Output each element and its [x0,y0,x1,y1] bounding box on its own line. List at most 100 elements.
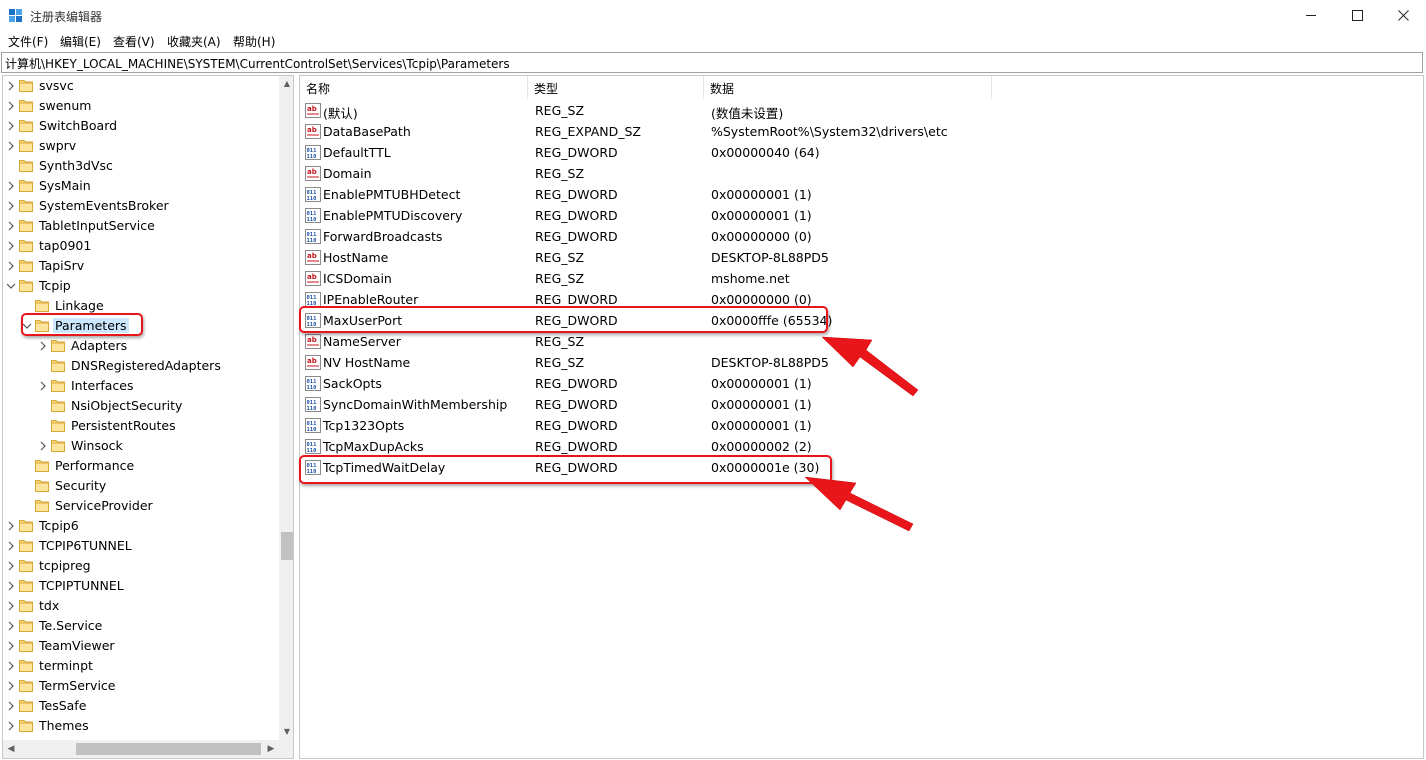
folder-icon [19,120,33,132]
chevron-right-icon[interactable] [6,260,16,272]
tree-scroll-thumb[interactable] [281,532,293,560]
tree-item[interactable]: Te.Service [3,616,279,636]
value-name: IPEnableRouter [323,292,419,307]
values-list-pane: 名称 类型 数据 ab (默认) REG_SZ (数值未设置) ab DataBasePa… [299,75,1424,759]
value-row[interactable]: ab DataBasePath REG_EXPAND_SZ %SystemRoot%\… [300,121,1423,142]
tree-vertical-scrollbar[interactable]: ▲ ▼ [279,76,293,740]
chevron-right-icon[interactable] [6,140,16,152]
tree-item[interactable]: Performance [3,456,279,476]
menu-edit[interactable]: 编辑(E) [60,33,101,50]
menu-favorites[interactable]: 收藏夹(A) [167,33,221,50]
value-row[interactable]: ab ICSDomain REG_SZ mshome.net [300,268,1423,289]
value-name: HostName [323,250,389,265]
tree-item[interactable]: Tcpip [3,276,279,296]
tree-horizontal-scrollbar[interactable]: ◀ ▶ [3,740,279,758]
menu-help[interactable]: 帮助(H) [233,33,275,50]
tree-item[interactable]: tap0901 [3,236,279,256]
scroll-down-icon[interactable]: ▼ [279,724,293,740]
value-type: REG_SZ [535,250,585,265]
tree-item[interactable]: TabletInputService [3,216,279,236]
tree-item[interactable]: tdx [3,596,279,616]
value-row[interactable]: 011 110 SackOpts REG_DWORD 0x00000001 (1) [300,373,1423,394]
chevron-right-icon[interactable] [6,580,16,592]
value-row[interactable]: ab NV HostName REG_SZ DESKTOP-8L88PD5 [300,352,1423,373]
address-bar[interactable]: 计算机\HKEY_LOCAL_MACHINE\SYSTEM\CurrentCon… [1,52,1423,73]
tree-item[interactable]: Adapters [3,336,279,356]
tree-item[interactable]: SysMain [3,176,279,196]
minimize-button[interactable] [1288,0,1334,31]
chevron-right-icon[interactable] [6,540,16,552]
menu-view[interactable]: 查看(V) [113,33,155,50]
chevron-right-icon[interactable] [6,720,16,732]
value-row[interactable]: ab Domain REG_SZ [300,163,1423,184]
chevron-right-icon[interactable] [6,80,16,92]
value-data: 0x00000001 (1) [711,208,812,223]
value-row[interactable]: ab NameServer REG_SZ [300,331,1423,352]
value-row[interactable]: 011 110 TcpMaxDupAcks REG_DWORD 0x00000002 (… [300,436,1423,457]
chevron-down-icon[interactable] [6,280,16,292]
chevron-right-icon[interactable] [6,100,16,112]
tree-item[interactable]: Security [3,476,279,496]
value-data: DESKTOP-8L88PD5 [711,355,829,370]
column-data[interactable]: 数据 [704,76,992,99]
tree-item[interactable]: TermService [3,676,279,696]
values-list-header: 名称 类型 数据 [300,76,1423,99]
value-row[interactable]: 011 110 SyncDomainWithMembership REG_DWORD 0… [300,394,1423,415]
chevron-right-icon[interactable] [6,240,16,252]
tree-item[interactable]: TeamViewer [3,636,279,656]
tree-item[interactable]: ServiceProvider [3,496,279,516]
tree-item[interactable]: SwitchBoard [3,116,279,136]
column-type[interactable]: 类型 [528,76,704,99]
title-bar: 注册表编辑器 [0,0,1426,31]
value-row[interactable]: ab (默认) REG_SZ (数值未设置) [300,100,1423,121]
chevron-right-icon[interactable] [6,180,16,192]
tree-item[interactable]: Winsock [3,436,279,456]
value-row[interactable]: ab HostName REG_SZ DESKTOP-8L88PD5 [300,247,1423,268]
chevron-right-icon[interactable] [6,120,16,132]
tree-item[interactable]: Themes [3,716,279,736]
tree-item[interactable]: Tcpip6 [3,516,279,536]
chevron-right-icon[interactable] [6,200,16,212]
scroll-left-icon[interactable]: ◀ [3,740,19,758]
column-name[interactable]: 名称 [300,76,528,99]
tree-item[interactable]: terminpt [3,656,279,676]
tree-item[interactable]: SystemEventsBroker [3,196,279,216]
tree-item[interactable]: swprv [3,136,279,156]
maximize-button[interactable] [1334,0,1380,31]
folder-icon [51,340,65,352]
chevron-right-icon[interactable] [6,520,16,532]
chevron-right-icon[interactable] [6,660,16,672]
chevron-right-icon[interactable] [6,560,16,572]
tree-item[interactable]: TesSafe [3,696,279,716]
value-row[interactable]: 011 110 ForwardBroadcasts REG_DWORD 0x000000… [300,226,1423,247]
scroll-up-icon[interactable]: ▲ [279,76,293,92]
close-button[interactable] [1380,0,1426,31]
tree-item[interactable]: Interfaces [3,376,279,396]
tree-item[interactable]: NsiObjectSecurity [3,396,279,416]
chevron-right-icon[interactable] [6,220,16,232]
value-row[interactable]: 011 110 EnablePMTUBHDetect REG_DWORD 0x00000… [300,184,1423,205]
tree-item[interactable]: DNSRegisteredAdapters [3,356,279,376]
tree-item[interactable]: TCPIPTUNNEL [3,576,279,596]
tree-item[interactable]: Synth3dVsc [3,156,279,176]
chevron-right-icon[interactable] [6,640,16,652]
chevron-right-icon[interactable] [6,700,16,712]
tree-item[interactable]: swenum [3,96,279,116]
chevron-right-icon[interactable] [6,620,16,632]
chevron-right-icon[interactable] [38,380,48,392]
menu-file[interactable]: 文件(F) [8,33,48,50]
chevron-right-icon[interactable] [6,680,16,692]
chevron-right-icon[interactable] [38,340,48,352]
tree-item[interactable]: tcpipreg [3,556,279,576]
chevron-right-icon[interactable] [38,440,48,452]
tree-item[interactable]: PersistentRoutes [3,416,279,436]
chevron-right-icon[interactable] [6,600,16,612]
tree-item[interactable]: svsvc [3,76,279,96]
scroll-right-icon[interactable]: ▶ [263,740,279,758]
tree-item[interactable]: TCPIP6TUNNEL [3,536,279,556]
value-row[interactable]: 011 110 Tcp1323Opts REG_DWORD 0x00000001 (1) [300,415,1423,436]
tree-hscroll-thumb[interactable] [76,743,261,755]
tree-item[interactable]: TapiSrv [3,256,279,276]
value-row[interactable]: 011 110 DefaultTTL REG_DWORD 0x00000040 (64) [300,142,1423,163]
value-row[interactable]: 011 110 EnablePMTUDiscovery REG_DWORD 0x0000… [300,205,1423,226]
